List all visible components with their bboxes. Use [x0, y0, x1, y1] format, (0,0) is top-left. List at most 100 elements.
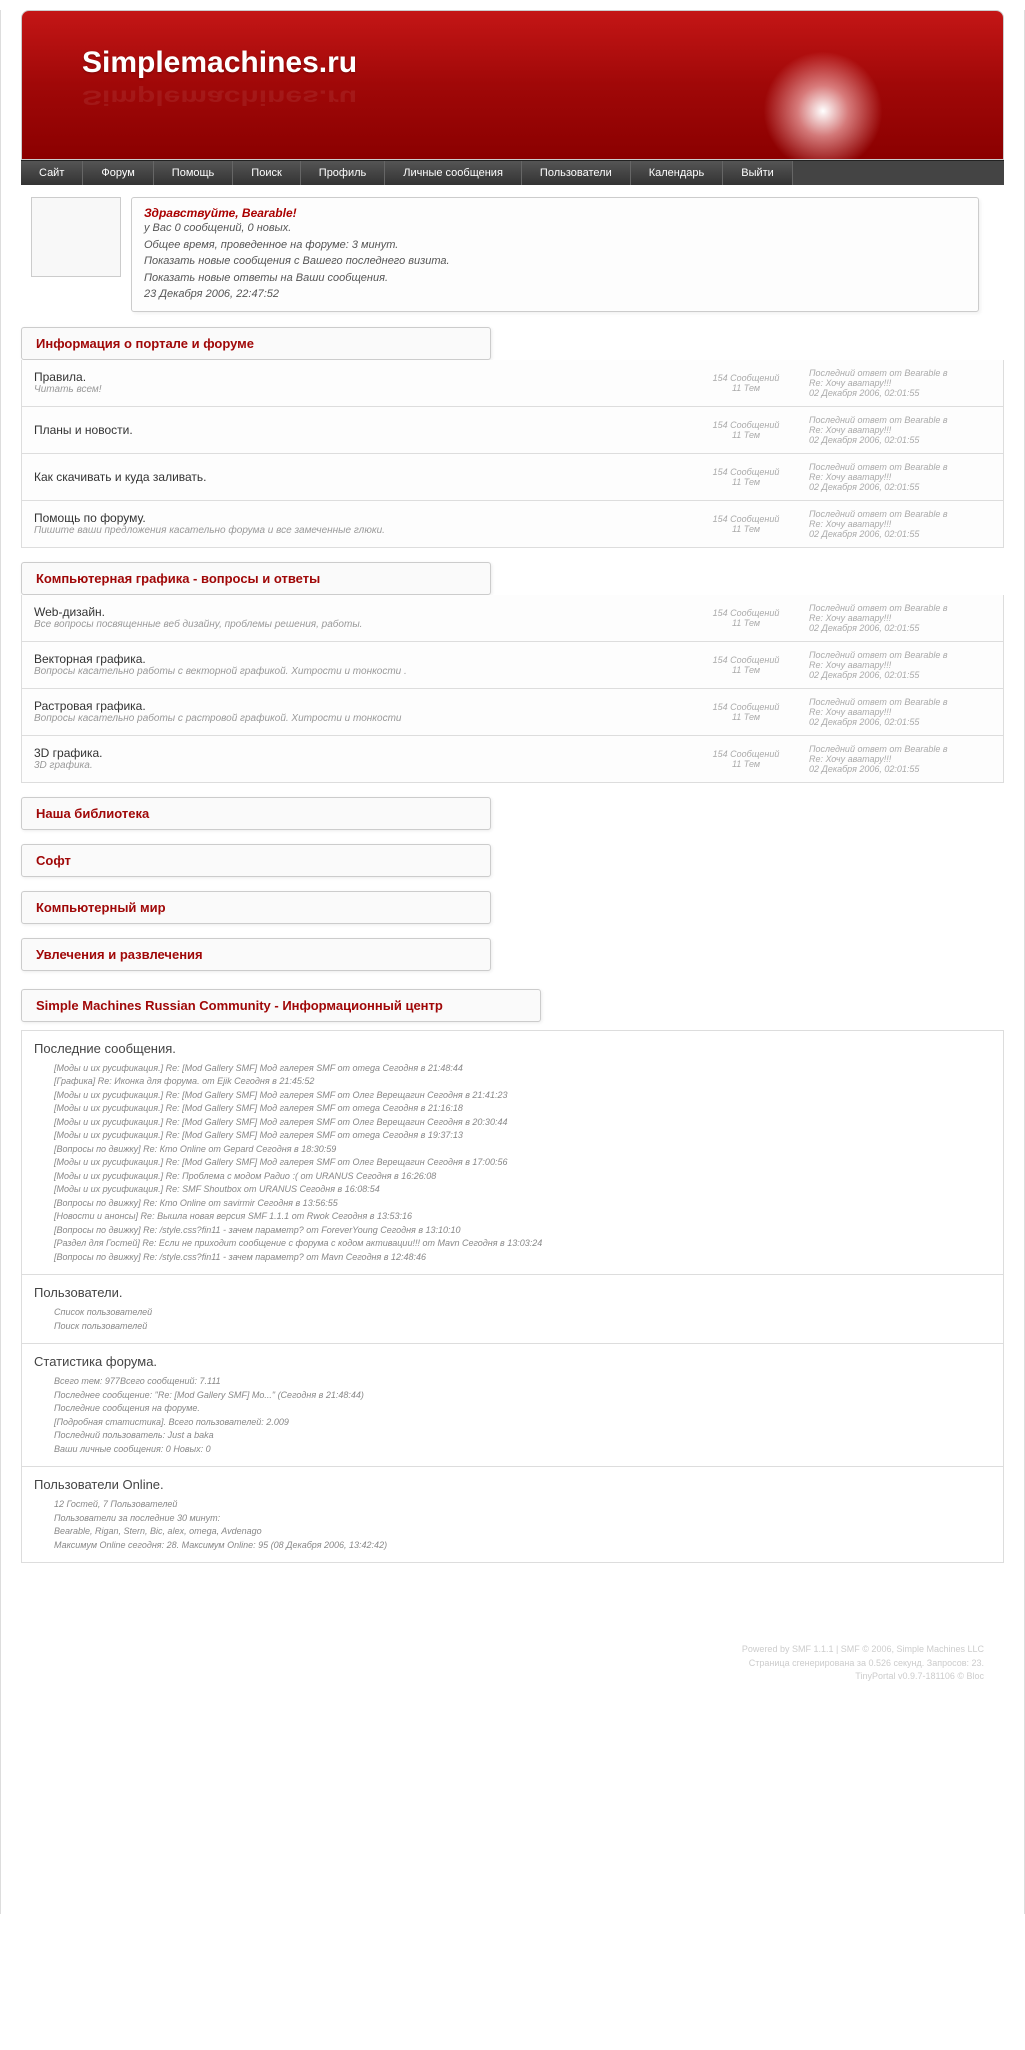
board-row: 3D графика.3D графика.154 Сообщений11 Те… [21, 736, 1004, 783]
category-title: Компьютерная графика - вопросы и ответы [36, 571, 476, 586]
recent-post-link[interactable]: [Вопросы по движку] Re: Кто Online от Ge… [54, 1143, 991, 1157]
board-description: Пишите ваши предложения касательно форум… [34, 525, 691, 536]
category-header[interactable]: Компьютерная графика - вопросы и ответы [21, 562, 491, 595]
recent-posts-title: Последние сообщения. [34, 1041, 991, 1056]
board-lastpost[interactable]: Последний ответ от Bearable вRe: Хочу ав… [801, 415, 991, 445]
board-stats: 154 Сообщений11 Тем [691, 655, 801, 675]
recent-post-link[interactable]: [Моды и их русификация.] Re: [Mod Galler… [54, 1089, 991, 1103]
category-title: Увлечения и развлечения [36, 947, 476, 962]
online-title: Пользователи Online. [34, 1477, 991, 1492]
board-row: Помощь по форуму.Пишите ваши предложения… [21, 501, 1004, 548]
board-lastpost[interactable]: Последний ответ от Bearable вRe: Хочу ав… [801, 462, 991, 492]
online-section: Пользователи Online. 12 Гостей, 7 Пользо… [21, 1467, 1004, 1563]
main-nav: Сайт Форум Помощь Поиск Профиль Личные с… [21, 160, 1004, 185]
infocenter-header: Simple Machines Russian Community - Инфо… [21, 989, 541, 1022]
stats-pm: Ваши личные сообщения: 0 Новых: 0 [34, 1443, 991, 1457]
nav-profile[interactable]: Профиль [301, 161, 386, 185]
nav-help[interactable]: Помощь [154, 161, 234, 185]
recent-post-link[interactable]: [Новости и анонсы] Re: Вышла новая верси… [54, 1210, 991, 1224]
nav-calendar[interactable]: Календарь [631, 161, 724, 185]
board-stats: 154 Сообщений11 Тем [691, 702, 801, 722]
greeting: Здравствуйте, Bearable! [144, 206, 966, 220]
stats-recent-link[interactable]: Последние сообщения на форуме. [54, 1403, 200, 1413]
page-footer: Powered by SMF 1.1.1 | SMF © 2006, Simpl… [21, 1563, 1004, 1714]
show-unread-link[interactable]: Показать новые сообщения с Вашего послед… [144, 253, 966, 270]
online-counts: 12 Гостей, 7 Пользователей [34, 1498, 991, 1512]
footer-powered: Powered by SMF 1.1.1 | SMF © 2006, Simpl… [21, 1643, 984, 1657]
nav-site[interactable]: Сайт [21, 161, 83, 185]
current-time: 23 Декабря 2006, 22:47:52 [144, 286, 966, 303]
online-userlist: Bearable, Rigan, Stern, Bic, alex, omega… [34, 1525, 991, 1539]
board-link[interactable]: Помощь по форуму. [34, 511, 691, 525]
board-link[interactable]: Векторная графика. [34, 652, 691, 666]
category-header[interactable]: Компьютерный мир [21, 891, 491, 924]
nav-members[interactable]: Пользователи [522, 161, 631, 185]
category-header[interactable]: Софт [21, 844, 491, 877]
board-lastpost[interactable]: Последний ответ от Bearable вRe: Хочу ав… [801, 744, 991, 774]
show-replies-link[interactable]: Показать новые ответы на Ваши сообщения. [144, 270, 966, 287]
board-description: Вопросы касательно работы с растровой гр… [34, 713, 691, 724]
footer-tinyportal: TinyPortal v0.9.7-181106 © Bloc [21, 1670, 984, 1684]
board-link[interactable]: Растровая графика. [34, 699, 691, 713]
forum-stats-section: Статистика форума. Всего тем: 977Всего с… [21, 1344, 1004, 1467]
board-lastpost[interactable]: Последний ответ от Bearable вRe: Хочу ав… [801, 650, 991, 680]
recent-post-link[interactable]: [Моды и их русификация.] Re: [Mod Galler… [54, 1156, 991, 1170]
board-description: Все вопросы посвященные веб дизайну, про… [34, 619, 691, 630]
board-link[interactable]: 3D графика. [34, 746, 691, 760]
board-lastpost[interactable]: Последний ответ от Bearable вRe: Хочу ав… [801, 368, 991, 398]
member-list-link[interactable]: Список пользователей [54, 1307, 152, 1317]
welcome-box: Здравствуйте, Bearable! у Вас 0 сообщени… [131, 197, 979, 312]
stats-members: [Подробная статистика]. Всего пользовате… [34, 1416, 991, 1430]
recent-post-link[interactable]: [Моды и их русификация.] Re: SMF Shoutbo… [54, 1183, 991, 1197]
board-description: 3D графика. [34, 760, 691, 771]
recent-post-link[interactable]: [Моды и их русификация.] Re: [Mod Galler… [54, 1062, 991, 1076]
avatar[interactable] [31, 197, 121, 277]
recent-post-link[interactable]: [Моды и их русификация.] Re: Проблема с … [54, 1170, 991, 1184]
users-section: Пользователи. Список пользователей Поиск… [21, 1275, 1004, 1344]
board-stats: 154 Сообщений11 Тем [691, 420, 801, 440]
stats-newest: Последний пользователь: Just a baka [34, 1429, 991, 1443]
pm-count: у Вас 0 сообщений, 0 новых. [144, 220, 966, 237]
stats-lastpost: Последнее сообщение: "Re: [Mod Gallery S… [34, 1389, 991, 1403]
nav-search[interactable]: Поиск [233, 161, 300, 185]
category-header[interactable]: Увлечения и развлечения [21, 938, 491, 971]
recent-posts-section: Последние сообщения. [Моды и их русифика… [21, 1030, 1004, 1276]
category-header[interactable]: Наша библиотека [21, 797, 491, 830]
recent-post-link[interactable]: [Вопросы по движку] Re: /style.css?fin11… [54, 1224, 991, 1238]
footer-gentime: Страница сгенерирована за 0.526 секунд. … [21, 1657, 984, 1671]
board-link[interactable]: Правила. [34, 370, 691, 384]
board-row: Как скачивать и куда заливать.154 Сообще… [21, 454, 1004, 501]
category-title: Информация о портале и форуме [36, 336, 476, 351]
infocenter-title: Simple Machines Russian Community - Инфо… [36, 998, 526, 1013]
board-lastpost[interactable]: Последний ответ от Bearable вRe: Хочу ав… [801, 697, 991, 727]
category-title: Компьютерный мир [36, 900, 476, 915]
recent-post-link[interactable]: [Вопросы по движку] Re: Кто Online от sa… [54, 1197, 991, 1211]
online-max: Максимум Online сегодня: 28. Максимум On… [34, 1539, 991, 1553]
online-recent-label: Пользователи за последние 30 минут: [34, 1512, 991, 1526]
recent-post-link[interactable]: [Моды и их русификация.] Re: [Mod Galler… [54, 1116, 991, 1130]
board-lastpost[interactable]: Последний ответ от Bearable вRe: Хочу ав… [801, 509, 991, 539]
recent-post-link[interactable]: [Графика] Re: Иконка для форума. от Ejik… [54, 1075, 991, 1089]
board-stats: 154 Сообщений11 Тем [691, 514, 801, 534]
recent-post-link[interactable]: [Вопросы по движку] Re: /style.css?fin11… [54, 1251, 991, 1265]
board-link[interactable]: Планы и новости. [34, 423, 691, 437]
board-lastpost[interactable]: Последний ответ от Bearable вRe: Хочу ав… [801, 603, 991, 633]
recent-post-link[interactable]: [Моды и их русификация.] Re: [Mod Galler… [54, 1129, 991, 1143]
forum-stats-title: Статистика форума. [34, 1354, 991, 1369]
category-header[interactable]: Информация о портале и форуме [21, 327, 491, 360]
board-description: Вопросы касательно работы с векторной гр… [34, 666, 691, 677]
board-row: Web-дизайн.Все вопросы посвященные веб д… [21, 595, 1004, 642]
recent-post-link[interactable]: [Моды и их русификация.] Re: [Mod Galler… [54, 1102, 991, 1116]
board-stats: 154 Сообщений11 Тем [691, 608, 801, 628]
member-search-link[interactable]: Поиск пользователей [54, 1321, 147, 1331]
nav-forum[interactable]: Форум [83, 161, 153, 185]
board-row: Правила.Читать всем!154 Сообщений11 ТемП… [21, 360, 1004, 407]
category-title: Наша библиотека [36, 806, 476, 821]
board-row: Растровая графика.Вопросы касательно раб… [21, 689, 1004, 736]
recent-post-link[interactable]: [Раздел для Гостей] Re: Если не приходит… [54, 1237, 991, 1251]
board-link[interactable]: Как скачивать и куда заливать. [34, 470, 691, 484]
nav-logout[interactable]: Выйти [723, 161, 793, 185]
board-link[interactable]: Web-дизайн. [34, 605, 691, 619]
nav-pm[interactable]: Личные сообщения [385, 161, 522, 185]
stats-totals: Всего тем: 977Всего сообщений: 7.111 [34, 1375, 991, 1389]
